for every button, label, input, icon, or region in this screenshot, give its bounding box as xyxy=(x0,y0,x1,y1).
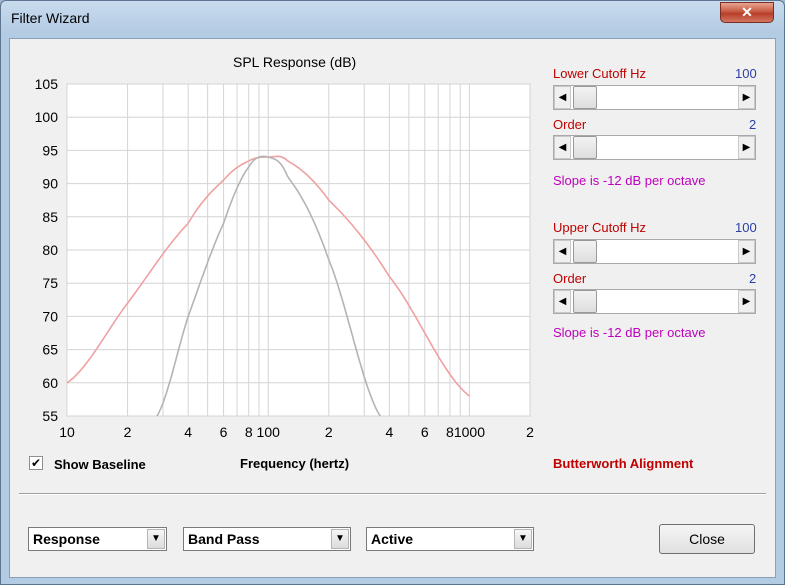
upper-cutoff-label: Upper Cutoff Hz xyxy=(553,220,646,235)
y-tick-label: 60 xyxy=(42,375,58,391)
separator xyxy=(19,493,766,495)
x-tick-label: 4 xyxy=(184,424,192,440)
x-tick-label: 8 xyxy=(446,424,454,440)
y-tick-label: 80 xyxy=(42,242,58,258)
slider-thumb[interactable] xyxy=(573,86,597,109)
lower-cutoff-label: Lower Cutoff Hz xyxy=(553,66,646,81)
upper-slope-text: Slope is -12 dB per octave xyxy=(553,325,706,340)
show-baseline-label[interactable]: Show Baseline xyxy=(54,457,146,472)
lower-cutoff-slider[interactable]: ◀ ▶ xyxy=(553,85,756,110)
slider-thumb[interactable] xyxy=(573,290,597,313)
y-tick-label: 85 xyxy=(42,209,58,225)
mode-dropdown-value: Active xyxy=(371,531,414,547)
y-tick-label: 105 xyxy=(35,76,59,92)
scroll-left-icon[interactable]: ◀ xyxy=(554,290,571,313)
scroll-right-icon[interactable]: ▶ xyxy=(738,136,755,159)
x-tick-label: 10 xyxy=(59,424,75,440)
x-tick-label: 8 xyxy=(245,424,253,440)
view-dropdown-value: Response xyxy=(33,531,100,547)
view-dropdown[interactable]: Response ▼ xyxy=(28,527,167,551)
scroll-right-icon[interactable]: ▶ xyxy=(738,240,755,263)
upper-order-slider[interactable]: ◀ ▶ xyxy=(553,289,756,314)
x-axis-label: Frequency (hertz) xyxy=(240,456,350,471)
x-tick-labels: 10 2 4 6 8 100 2 4 6 8 1000 2 xyxy=(59,424,534,440)
alignment-text: Butterworth Alignment xyxy=(553,456,694,471)
slider-thumb[interactable] xyxy=(573,240,597,263)
y-tick-label: 70 xyxy=(42,308,58,324)
filter-type-dropdown[interactable]: Band Pass ▼ xyxy=(183,527,351,551)
y-tick-label: 65 xyxy=(42,342,58,358)
scroll-left-icon[interactable]: ◀ xyxy=(554,86,571,109)
lower-order-slider[interactable]: ◀ ▶ xyxy=(553,135,756,160)
x-tick-label: 2 xyxy=(526,424,534,440)
x-tick-label: 4 xyxy=(385,424,393,440)
y-tick-label: 100 xyxy=(35,109,59,125)
chevron-down-icon[interactable]: ▼ xyxy=(514,529,532,549)
x-tick-label: 6 xyxy=(220,424,228,440)
scroll-left-icon[interactable]: ◀ xyxy=(554,136,571,159)
lower-order-label: Order xyxy=(553,117,587,132)
scroll-right-icon[interactable]: ▶ xyxy=(738,86,755,109)
y-tick-labels: 105 100 95 90 85 80 75 70 65 60 55 xyxy=(35,76,59,424)
x-tick-label: 100 xyxy=(257,424,281,440)
chevron-down-icon[interactable]: ▼ xyxy=(331,529,349,549)
chevron-down-icon[interactable]: ▼ xyxy=(147,529,165,549)
y-tick-label: 55 xyxy=(42,408,58,424)
show-baseline-checkbox[interactable]: ✔ xyxy=(29,456,43,470)
upper-order-value: 2 xyxy=(749,271,757,286)
filter-type-dropdown-value: Band Pass xyxy=(188,531,260,547)
x-tick-label: 2 xyxy=(325,424,333,440)
y-tick-label: 75 xyxy=(42,275,58,291)
upper-order-label: Order xyxy=(553,271,587,286)
slider-thumb[interactable] xyxy=(573,136,597,159)
x-tick-label: 2 xyxy=(124,424,132,440)
close-button[interactable]: Close xyxy=(659,524,755,554)
scroll-right-icon[interactable]: ▶ xyxy=(738,290,755,313)
mode-dropdown[interactable]: Active ▼ xyxy=(366,527,534,551)
lower-order-value: 2 xyxy=(749,117,757,132)
lower-cutoff-value: 100 xyxy=(735,66,757,81)
y-tick-label: 95 xyxy=(42,142,58,158)
y-tick-label: 90 xyxy=(42,176,58,192)
upper-cutoff-slider[interactable]: ◀ ▶ xyxy=(553,239,756,264)
x-tick-label: 6 xyxy=(421,424,429,440)
scroll-left-icon[interactable]: ◀ xyxy=(554,240,571,263)
upper-cutoff-value: 100 xyxy=(735,220,757,235)
x-tick-label: 1000 xyxy=(454,424,485,440)
lower-slope-text: Slope is -12 dB per octave xyxy=(553,173,706,188)
